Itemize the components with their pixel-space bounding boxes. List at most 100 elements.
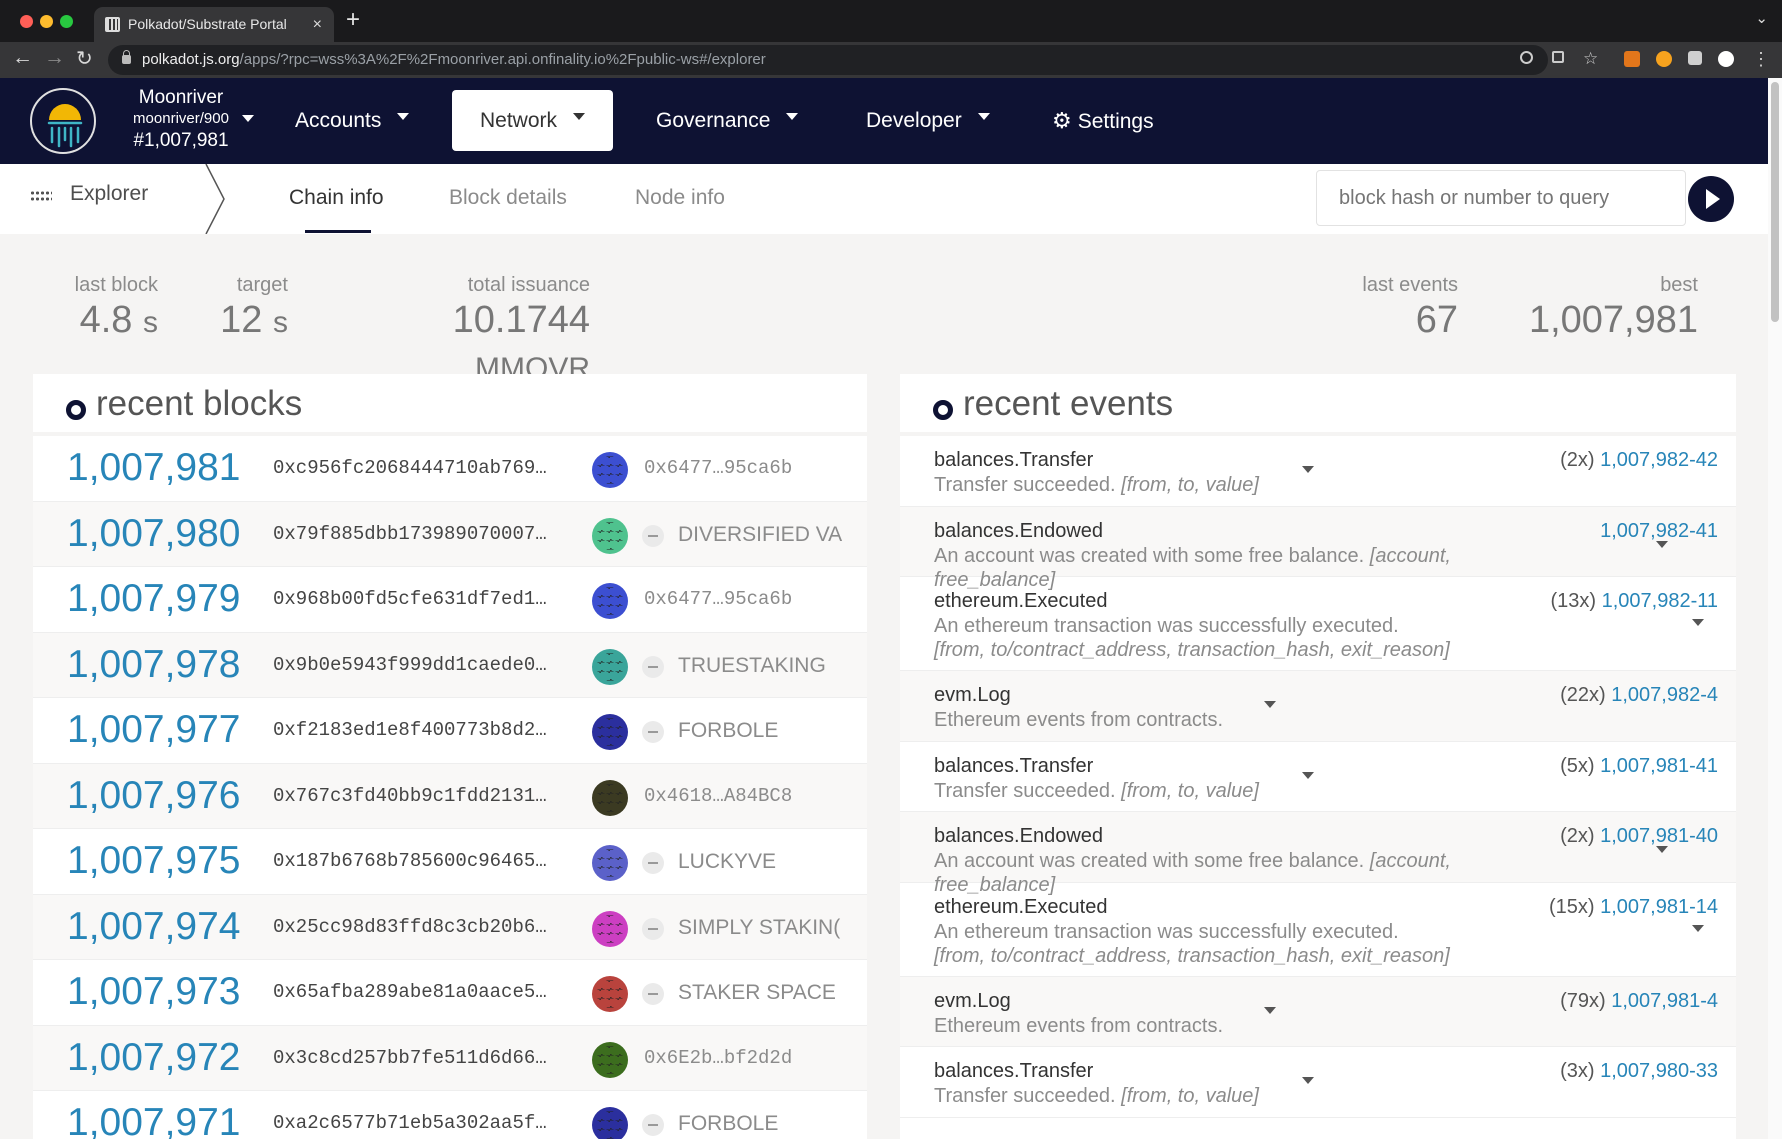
close-tab-icon[interactable]: ×	[313, 7, 322, 42]
expand-caret-icon[interactable]	[1264, 701, 1276, 714]
expand-caret-icon[interactable]	[1656, 846, 1668, 859]
event-block-link[interactable]: 1,007,981-41	[1600, 755, 1718, 777]
menu-network[interactable]: Network	[452, 90, 614, 151]
window-minimize-button[interactable]	[40, 15, 53, 28]
block-query-input[interactable]	[1316, 170, 1686, 226]
event-count-value: (5x)	[1560, 754, 1595, 777]
identicon-avatar[interactable]	[592, 583, 628, 619]
moonriver-logo-icon[interactable]	[30, 88, 96, 154]
block-author[interactable]: STAKER SPACE	[678, 981, 866, 1005]
metamask-extension-icon[interactable]	[1624, 51, 1640, 67]
block-author[interactable]: 0x6477…95ca6b	[644, 457, 867, 479]
block-author[interactable]: DIVERSIFIED VA	[678, 523, 866, 547]
menu-label: Network	[480, 109, 558, 132]
address-bar[interactable]: polkadot.js.org/apps/?rpc=wss%3A%2F%2Fmo…	[108, 45, 1548, 75]
identicon-avatar[interactable]	[592, 648, 628, 685]
identicon-avatar[interactable]	[592, 779, 628, 816]
expand-caret-icon[interactable]	[1264, 1006, 1276, 1020]
block-author[interactable]: 0x4618…A84BC8	[644, 785, 867, 807]
expand-caret-icon[interactable]	[1692, 924, 1704, 938]
block-author[interactable]: LUCKYVE	[678, 850, 866, 874]
tab-node-info[interactable]: Node info	[635, 186, 725, 210]
tab-chain-info[interactable]: Chain info	[289, 186, 384, 210]
block-number-link[interactable]: 1,007,980	[67, 512, 241, 556]
event-description: Ethereum events from contracts.	[934, 1014, 1554, 1038]
event-block-link[interactable]: 1,007,981-4	[1611, 990, 1718, 1012]
block-number-link[interactable]: 1,007,976	[67, 774, 241, 818]
block-number-link[interactable]: 1,007,978	[67, 643, 241, 687]
recent-events-card: recent events balances.Transfer Transfer …	[900, 374, 1736, 1139]
block-author[interactable]: 0x6477…95ca6b	[644, 588, 867, 610]
block-number-link[interactable]: 1,007,972	[67, 1036, 241, 1080]
back-arrow-icon[interactable]: ←	[12, 46, 33, 70]
event-block-link[interactable]: 1,007,982-11	[1602, 590, 1718, 612]
block-author[interactable]: TRUESTAKING	[678, 654, 866, 678]
event-block-link[interactable]: 1,007,982-42	[1600, 449, 1718, 471]
block-number-link[interactable]: 1,007,977	[67, 708, 241, 752]
reload-icon[interactable]: ↻	[76, 46, 93, 71]
event-block-link[interactable]: 1,007,981-40	[1600, 825, 1718, 847]
block-number-link[interactable]: 1,007,974	[67, 905, 241, 949]
block-number-link[interactable]: 1,007,973	[67, 970, 241, 1014]
event-block-link[interactable]: 1,007,981-14	[1600, 896, 1718, 918]
page-scrollbar[interactable]	[1768, 78, 1782, 1139]
url-path: /apps/?rpc=wss%3A%2F%2Fmoonriver.api.onf…	[239, 51, 766, 68]
identicon-avatar[interactable]	[592, 910, 628, 947]
scrollbar-thumb[interactable]	[1771, 82, 1779, 322]
share-icon[interactable]	[1552, 51, 1564, 63]
zoom-icon[interactable]	[1520, 51, 1533, 64]
event-row[interactable]: balances.Transfer Transfer succeeded. [fr…	[900, 742, 1736, 812]
new-tab-button[interactable]: +	[346, 6, 360, 34]
extension-icon[interactable]	[1656, 51, 1672, 67]
block-hash: 0x79f885dbb173989070007…	[273, 522, 547, 545]
menu-governance[interactable]: Governance	[628, 90, 826, 151]
block-number-link[interactable]: 1,007,975	[67, 839, 241, 883]
event-row[interactable]: ethereum.Executed An ethereum transaction…	[900, 883, 1736, 977]
block-author[interactable]: FORBOLE	[678, 1112, 866, 1136]
event-row[interactable]: balances.Transfer Transfer succeeded. [fr…	[900, 1047, 1736, 1118]
block-author[interactable]: FORBOLE	[678, 719, 866, 743]
identicon-avatar[interactable]	[592, 845, 628, 881]
expand-caret-icon[interactable]	[1302, 1077, 1314, 1090]
event-row[interactable]: ethereum.Executed An ethereum transaction…	[900, 577, 1736, 671]
browser-tab[interactable]: Polkadot/Substrate Portal ×	[94, 7, 334, 42]
menu-accounts[interactable]: Accounts	[267, 90, 437, 151]
browser-menu-icon[interactable]: ⋮	[1752, 50, 1770, 68]
menu-settings[interactable]: ⚙ Settings	[1024, 90, 1182, 151]
expand-caret-icon[interactable]	[1302, 771, 1314, 785]
block-author[interactable]: 0x6E2b…bf2d2d	[644, 1047, 867, 1069]
event-row[interactable]: evm.Log Ethereum events from contracts. (2…	[900, 671, 1736, 742]
event-row[interactable]: balances.Transfer Transfer succeeded. [fr…	[900, 436, 1736, 507]
event-block-link[interactable]: 1,007,982-41	[1600, 520, 1718, 542]
expand-caret-icon[interactable]	[1692, 619, 1704, 632]
block-number-link[interactable]: 1,007,981	[67, 446, 241, 490]
window-close-button[interactable]	[20, 15, 33, 28]
block-author[interactable]: SIMPLY STAKIN(	[678, 916, 866, 940]
event-block-link[interactable]: 1,007,982-4	[1611, 684, 1718, 706]
profile-avatar-icon[interactable]	[1718, 51, 1734, 67]
identicon-avatar[interactable]	[592, 1041, 628, 1078]
extensions-puzzle-icon[interactable]	[1688, 51, 1702, 65]
expand-caret-icon[interactable]	[1302, 466, 1314, 479]
forward-arrow-icon[interactable]: →	[44, 46, 65, 70]
tab-block-details[interactable]: Block details	[449, 186, 567, 210]
identicon-avatar[interactable]	[592, 714, 628, 750]
block-number-link[interactable]: 1,007,971	[67, 1101, 241, 1139]
block-row: 1,007,981 0xc956fc2068444710ab769… 0x6477……	[33, 436, 867, 502]
query-play-button[interactable]	[1688, 176, 1734, 222]
event-row[interactable]: evm.Log Ethereum events from contracts. (7…	[900, 976, 1736, 1047]
block-number-link[interactable]: 1,007,979	[67, 577, 241, 621]
expand-caret-icon[interactable]	[1656, 540, 1668, 554]
tab-search-chevron-icon[interactable]: ⌄	[1755, 9, 1768, 27]
event-row[interactable]: balances.Endowed An account was created w…	[900, 506, 1736, 591]
menu-developer[interactable]: Developer	[838, 90, 1018, 151]
identicon-avatar[interactable]	[592, 976, 628, 1012]
identicon-avatar[interactable]	[592, 517, 628, 554]
bookmark-star-icon[interactable]: ☆	[1583, 50, 1599, 67]
event-row[interactable]: balances.Endowed An account was created w…	[900, 812, 1736, 896]
identicon-avatar[interactable]	[592, 1107, 628, 1139]
identicon-avatar[interactable]	[592, 452, 628, 488]
window-zoom-button[interactable]	[60, 15, 73, 28]
event-block-link[interactable]: 1,007,980-33	[1600, 1060, 1718, 1082]
chain-selector[interactable]: Moonriver moonriver/900 #1,007,981	[110, 87, 254, 153]
